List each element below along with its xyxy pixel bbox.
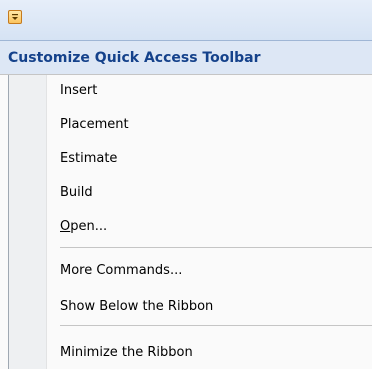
menu-separator	[60, 247, 372, 248]
menu-border	[8, 75, 9, 369]
open-access-key: O	[60, 219, 71, 234]
menu-header: Customize Quick Access Toolbar	[0, 40, 372, 75]
customize-qat-menu: Customize Quick Access Toolbar Insert Pl…	[0, 40, 372, 369]
menu-item-estimate[interactable]: Estimate	[60, 151, 117, 166]
quick-access-toolbar	[0, 0, 372, 40]
menu-item-placement[interactable]: Placement	[60, 117, 129, 132]
menu-icon-gutter	[8, 75, 47, 369]
menu-item-more-commands[interactable]: More Commands...	[60, 263, 182, 278]
menu-item-minimize-ribbon[interactable]: Minimize the Ribbon	[60, 345, 193, 360]
menu-item-insert[interactable]: Insert	[60, 83, 97, 98]
menu-header-title: Customize Quick Access Toolbar	[8, 50, 261, 66]
open-label-rest: pen...	[70, 219, 108, 234]
menu-item-open[interactable]: Open...	[60, 219, 107, 234]
menu-item-build[interactable]: Build	[60, 185, 93, 200]
dropdown-arrow-icon	[12, 14, 18, 20]
menu-item-show-below-ribbon[interactable]: Show Below the Ribbon	[60, 299, 213, 314]
customize-qat-button[interactable]	[8, 10, 22, 24]
menu-separator	[60, 325, 372, 326]
